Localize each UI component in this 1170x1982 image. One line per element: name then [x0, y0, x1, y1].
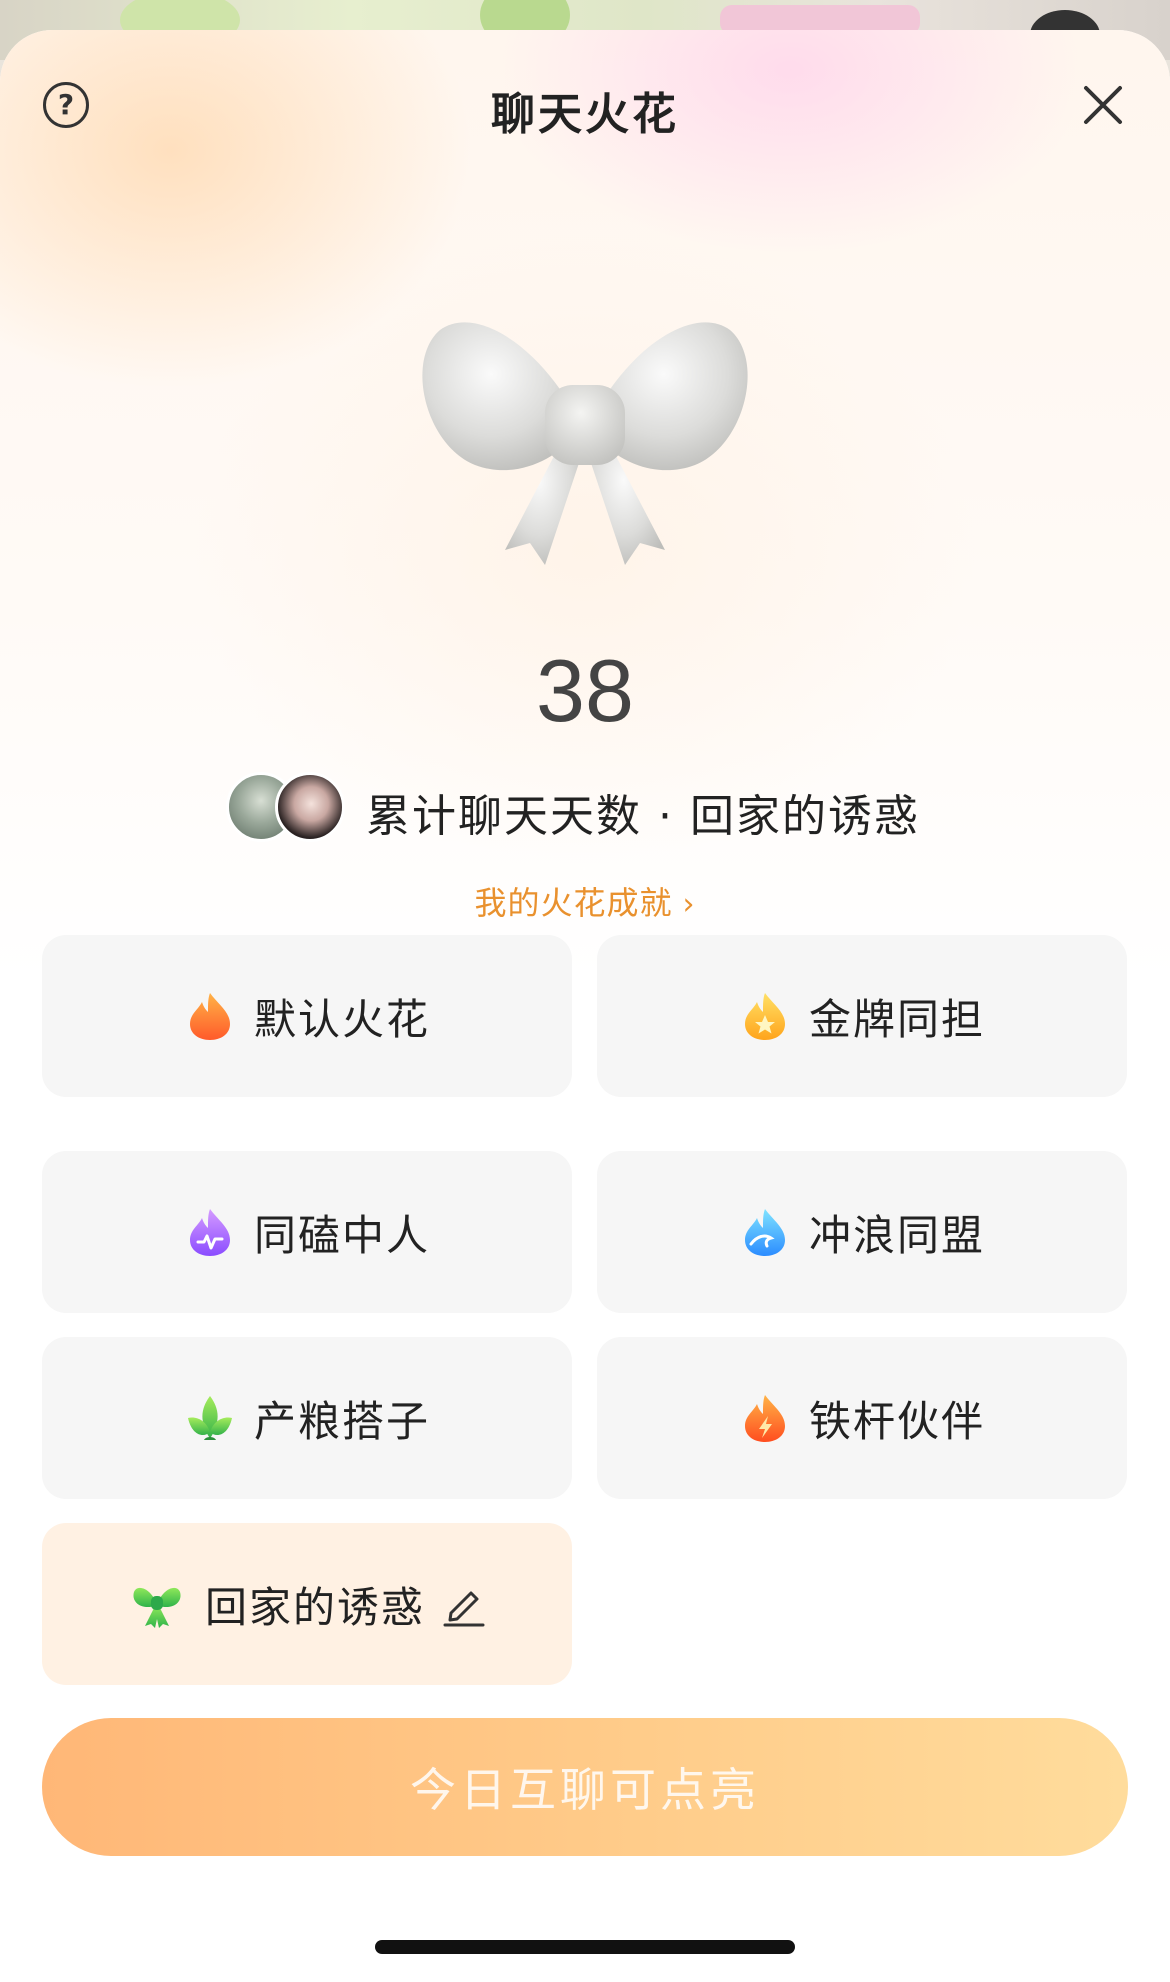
- spark-option-label: 金牌同担: [808, 994, 985, 1044]
- spark-option-custom-selected[interactable]: 回家的诱惑: [42, 1523, 572, 1685]
- spark-day-count: 38: [536, 641, 634, 740]
- bow-spark-icon: [422, 322, 748, 565]
- spark-option-label: 同磕中人: [253, 1210, 430, 1260]
- sheet-title: 聊天火花: [491, 89, 679, 140]
- close-icon[interactable]: [1080, 82, 1126, 128]
- my-achievements-label: 我的火花成就: [474, 884, 673, 922]
- avatar-self: [275, 772, 345, 842]
- spark-option-label: 冲浪同盟: [808, 1210, 985, 1260]
- flame-wave-icon: [744, 1209, 785, 1256]
- spark-option-label: 铁杆伙伴: [808, 1396, 985, 1446]
- spark-option-label: 产粮搭子: [253, 1396, 430, 1446]
- flame-purple-icon: [189, 1209, 230, 1256]
- light-up-today-button[interactable]: 今日互聊可点亮: [42, 1718, 1128, 1856]
- spark-caption-text: 累计聊天天数 · 回家的诱惑: [366, 791, 920, 842]
- spark-option-purple[interactable]: 同磕中人: [42, 1151, 572, 1313]
- spark-option-loyal[interactable]: 铁杆伙伴: [597, 1337, 1127, 1499]
- leaf-icon: [187, 1396, 232, 1440]
- spark-option-leaf[interactable]: 产粮搭子: [42, 1337, 572, 1499]
- spark-caption: 累计聊天天数 · 回家的诱惑: [220, 772, 980, 848]
- spark-option-label: 回家的诱惑: [204, 1582, 425, 1632]
- spark-option-surf[interactable]: 冲浪同盟: [597, 1151, 1127, 1313]
- edit-pencil-icon[interactable]: [441, 1581, 487, 1627]
- spark-option-default[interactable]: 默认火花: [42, 935, 572, 1097]
- flame-orange-icon: [189, 993, 230, 1040]
- sheet-header: ? 聊天火花: [0, 30, 1170, 175]
- light-up-today-label: 今日互聊可点亮: [410, 1763, 760, 1817]
- chevron-right-icon: ›: [682, 887, 696, 922]
- flame-star-icon: [744, 993, 785, 1040]
- flame-bolt-icon: [744, 1395, 785, 1442]
- my-achievements-link[interactable]: 我的火花成就 ›: [0, 878, 1170, 924]
- home-indicator: [375, 1940, 795, 1954]
- spark-option-gold[interactable]: 金牌同担: [597, 935, 1127, 1097]
- spark-option-label: 默认火花: [253, 994, 430, 1044]
- bow-icon: [133, 1587, 181, 1628]
- chat-spark-sheet: ? 聊天火花 38 累计聊天天数 · 回家的诱惑 我的火花成就 › 默认火花 金…: [0, 30, 1170, 1982]
